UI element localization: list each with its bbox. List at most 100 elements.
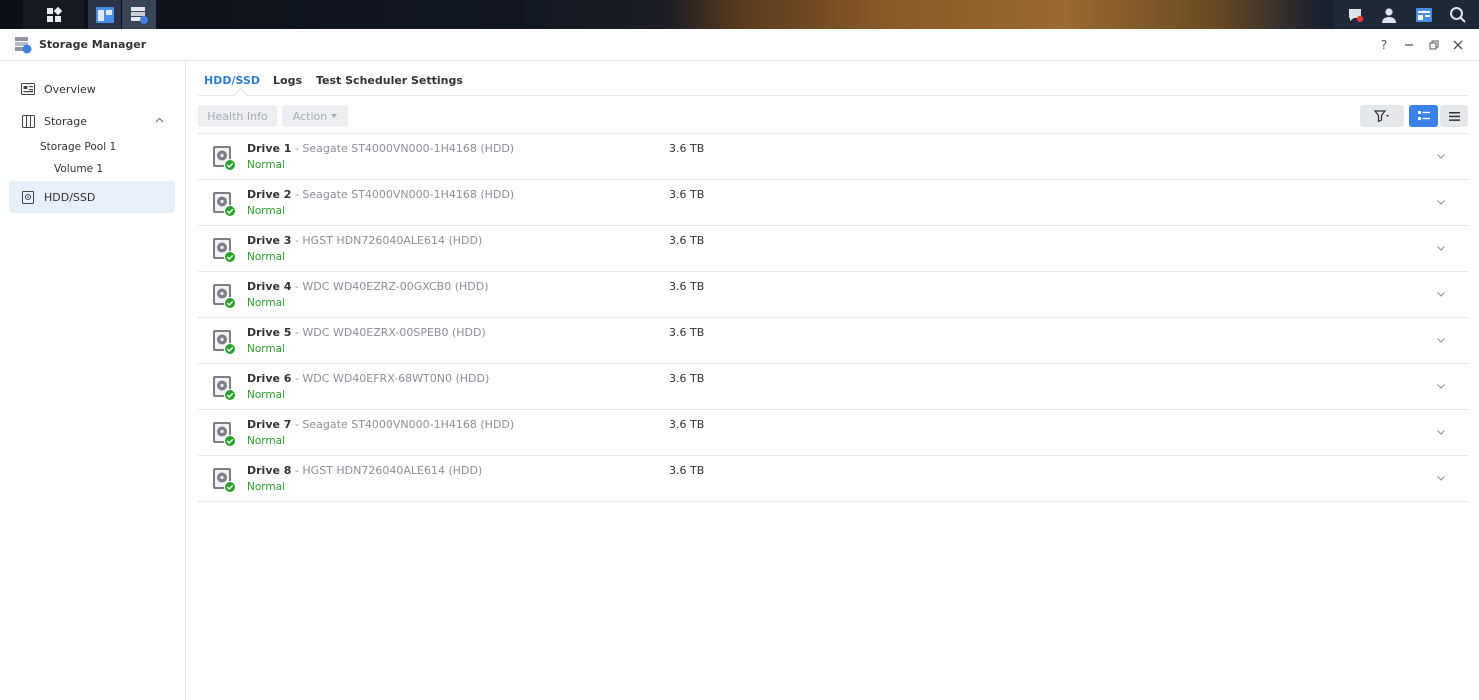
chevron-down-icon[interactable]: [1436, 289, 1446, 299]
chevron-down-icon[interactable]: [1436, 473, 1446, 483]
drive-model: - Seagate ST4000VN000-1H4168 (HDD): [291, 188, 515, 201]
help-icon: ?: [1380, 37, 1388, 52]
drive-row[interactable]: Drive 2 - Seagate ST4000VN000-1H4168 (HD…: [198, 180, 1468, 226]
drive-title: Drive 4 - WDC WD40EZRZ-00GXCB0 (HDD): [247, 280, 489, 293]
drive-size: 3.6 TB: [669, 188, 705, 201]
minimize-icon: [1405, 43, 1413, 46]
sidebar-item-storage-pool[interactable]: Storage Pool 1: [40, 141, 116, 153]
sidebar-item-overview[interactable]: Overview: [9, 73, 175, 105]
tab-hdd-ssd[interactable]: HDD/SSD: [204, 74, 260, 87]
drive-name: Drive 8: [247, 464, 292, 477]
hdd-icon: [20, 189, 36, 205]
hdd-healthy-icon: [213, 238, 236, 263]
list-view-button[interactable]: [1440, 105, 1468, 127]
search-icon: [1449, 6, 1466, 23]
sidebar-item-hdd-ssd[interactable]: HDD/SSD: [9, 181, 175, 213]
drive-name: Drive 3: [247, 234, 292, 247]
sidebar-item-storage[interactable]: Storage: [9, 105, 175, 137]
chevron-down-icon[interactable]: [1436, 197, 1446, 207]
main-content: HDD/SSD Logs Test Scheduler Settings Hea…: [186, 61, 1479, 700]
main-menu-button[interactable]: [23, 0, 84, 29]
health-info-button[interactable]: Health Info: [198, 105, 277, 127]
close-button[interactable]: [1446, 29, 1470, 60]
drive-model: - WDC WD40EZRX-00SPEB0 (HDD): [291, 326, 486, 339]
drive-status: Normal: [247, 343, 285, 355]
detail-view-icon: [1417, 111, 1430, 120]
minimize-button[interactable]: [1397, 29, 1421, 60]
user-button[interactable]: [1376, 2, 1402, 28]
drive-status: Normal: [247, 481, 285, 493]
sidebar-item-volume[interactable]: Volume 1: [54, 163, 103, 175]
drive-row[interactable]: Drive 7 - Seagate ST4000VN000-1H4168 (HD…: [198, 410, 1468, 456]
drive-model: - WDC WD40EZRZ-00GXCB0 (HDD): [291, 280, 489, 293]
drive-model: - WDC WD40EFRX-68WT0N0 (HDD): [291, 372, 490, 385]
sidebar: Overview Storage Storage Pool 1 Volume 1…: [0, 61, 186, 700]
drive-name: Drive 6: [247, 372, 292, 385]
widgets-icon: [1415, 7, 1432, 22]
drive-name: Drive 4: [247, 280, 292, 293]
storage-manager-icon: [15, 36, 32, 53]
filter-icon: [1374, 110, 1389, 122]
drive-row[interactable]: Drive 8 - HGST HDN726040ALE614 (HDD) Nor…: [198, 456, 1468, 502]
window-title: Storage Manager: [39, 38, 147, 51]
sidebar-item-label: Storage: [44, 114, 88, 128]
hdd-healthy-icon: [213, 330, 236, 355]
chevron-down-icon[interactable]: [1436, 427, 1446, 437]
notifications-button[interactable]: [1342, 2, 1368, 28]
chevron-down-icon[interactable]: [1436, 335, 1446, 345]
drive-size: 3.6 TB: [669, 464, 705, 477]
drive-title: Drive 2 - Seagate ST4000VN000-1H4168 (HD…: [247, 188, 514, 201]
tab-logs[interactable]: Logs: [273, 74, 302, 87]
active-tab-indicator: [234, 88, 247, 101]
window-titlebar: Storage Manager ?: [0, 29, 1479, 61]
help-button[interactable]: ?: [1372, 29, 1396, 60]
tab-settings[interactable]: Settings: [411, 74, 463, 87]
drive-list: Drive 1 - Seagate ST4000VN000-1H4168 (HD…: [198, 133, 1468, 502]
widgets-button[interactable]: [1411, 2, 1437, 28]
restore-button[interactable]: [1422, 29, 1446, 60]
drive-title: Drive 3 - HGST HDN726040ALE614 (HDD): [247, 234, 482, 247]
chevron-up-icon[interactable]: [155, 117, 164, 123]
hdd-healthy-icon: [213, 422, 236, 447]
list-view-icon: [1448, 111, 1460, 121]
drive-status: Normal: [247, 435, 285, 447]
drive-name: Drive 5: [247, 326, 292, 339]
sidebar-item-label: Overview: [44, 82, 96, 96]
overview-icon: [20, 81, 36, 97]
drive-name: Drive 1: [247, 142, 292, 155]
toolbar: Health Info Action: [198, 105, 1468, 133]
taskbar-storage-manager[interactable]: [122, 0, 156, 29]
user-icon: [1382, 7, 1397, 23]
taskbar-app-1[interactable]: [88, 0, 121, 29]
chevron-down-icon[interactable]: [1436, 151, 1446, 161]
notifications-icon: [1349, 8, 1364, 22]
drive-row[interactable]: Drive 5 - WDC WD40EZRX-00SPEB0 (HDD) Nor…: [198, 318, 1468, 364]
action-button[interactable]: Action: [282, 105, 348, 127]
drive-row[interactable]: Drive 3 - HGST HDN726040ALE614 (HDD) Nor…: [198, 226, 1468, 272]
search-button[interactable]: [1445, 2, 1471, 28]
drive-status: Normal: [247, 205, 285, 217]
drive-size: 3.6 TB: [669, 280, 705, 293]
hdd-healthy-icon: [213, 284, 236, 309]
sidebar-item-label: HDD/SSD: [44, 190, 96, 204]
drive-row[interactable]: Drive 6 - WDC WD40EFRX-68WT0N0 (HDD) Nor…: [198, 364, 1468, 410]
hdd-healthy-icon: [213, 468, 236, 493]
drive-model: - Seagate ST4000VN000-1H4168 (HDD): [291, 418, 515, 431]
drive-row[interactable]: Drive 1 - Seagate ST4000VN000-1H4168 (HD…: [198, 134, 1468, 180]
drive-size: 3.6 TB: [669, 372, 705, 385]
drive-title: Drive 8 - HGST HDN726040ALE614 (HDD): [247, 464, 482, 477]
detail-view-button[interactable]: [1409, 105, 1438, 127]
drive-status: Normal: [247, 159, 285, 171]
caret-down-icon: [331, 114, 338, 118]
drive-row[interactable]: Drive 4 - WDC WD40EZRZ-00GXCB0 (HDD) Nor…: [198, 272, 1468, 318]
taskbar: [0, 0, 1479, 29]
drive-title: Drive 1 - Seagate ST4000VN000-1H4168 (HD…: [247, 142, 514, 155]
filter-button[interactable]: [1360, 105, 1404, 127]
chevron-down-icon[interactable]: [1436, 243, 1446, 253]
drive-title: Drive 5 - WDC WD40EZRX-00SPEB0 (HDD): [247, 326, 486, 339]
tab-bar: HDD/SSD Logs Test Scheduler Settings: [198, 61, 1468, 101]
drive-model: - HGST HDN726040ALE614 (HDD): [291, 464, 483, 477]
app-window-icon: [95, 6, 114, 23]
chevron-down-icon[interactable]: [1436, 381, 1446, 391]
tab-test-scheduler[interactable]: Test Scheduler: [316, 74, 407, 87]
